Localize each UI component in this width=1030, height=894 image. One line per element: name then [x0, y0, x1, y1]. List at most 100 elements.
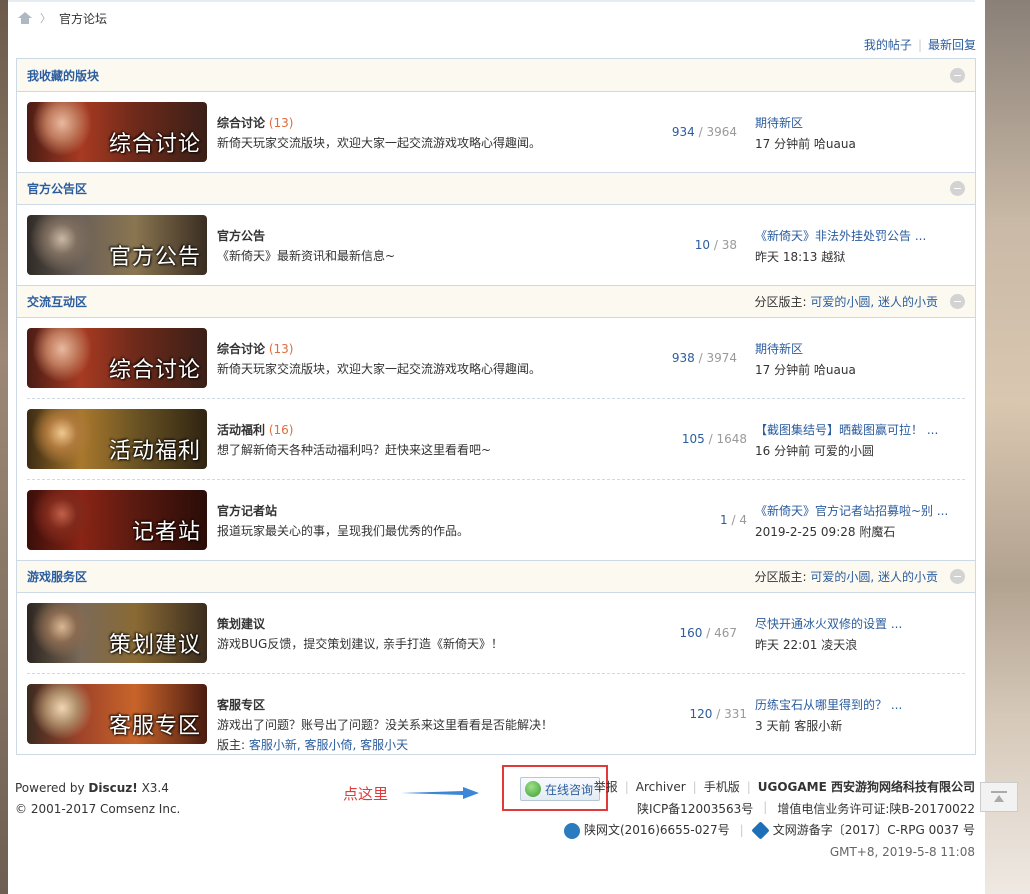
last-post-link[interactable]: 【截图集结号】晒截图赢可拉！ ... [755, 423, 938, 437]
category-title[interactable]: 游戏服务区 [27, 568, 87, 585]
thumbnail-label: 官方公告 [108, 245, 201, 270]
game-record: 文网游备字〔2017〕C-RPG 0037 号 [772, 823, 975, 838]
last-post-link[interactable]: 历练宝石从哪里得到的？ ... [755, 698, 902, 712]
last-post: 期待新区 17 分钟前 哈uaua [755, 114, 965, 152]
last-post-link[interactable]: 期待新区 [755, 116, 803, 130]
thread-count: 10 [694, 238, 711, 252]
collapse-icon[interactable] [950, 181, 965, 196]
forum-row: 策划建议 策划建议 游戏BUG反馈，提交策划建议, 亲手打造《新倚天》！ 160… [17, 592, 975, 673]
forum-name[interactable]: 综合讨论 [217, 342, 265, 356]
last-post-meta: 17 分钟前 哈uaua [755, 363, 856, 377]
category-header: 交流互动区 分区版主: 可爱的小圆, 迷人的小贡 [17, 285, 975, 317]
category-moderators: 分区版主: 可爱的小圆, 迷人的小贡 [754, 570, 938, 584]
forum-thumbnail[interactable]: 活动福利 [27, 409, 207, 469]
collapse-icon[interactable] [950, 569, 965, 584]
forum-thumbnail[interactable]: 综合讨论 [27, 328, 207, 388]
company-link[interactable]: UGOGAME 西安游狗网络科技有限公司 [758, 778, 975, 795]
post-count: 38 [721, 238, 737, 252]
forum-thumbnail[interactable]: 官方公告 [27, 215, 207, 275]
footer-credits: Powered by Discuz! X3.4 © 2001-2017 Coms… [15, 778, 180, 820]
quick-links: 我的帖子 | 最新回复 [864, 36, 976, 53]
collapse-icon[interactable] [950, 67, 965, 83]
last-post-meta: 昨天 22:01 凌天浪 [755, 638, 858, 652]
thumbnail-label: 活动福利 [108, 439, 201, 464]
category-title[interactable]: 官方公告区 [27, 180, 87, 197]
last-post-meta: 16 分钟前 可爱的小圆 [755, 444, 874, 458]
category-controls [950, 67, 965, 83]
thumbnail-label: 记者站 [131, 520, 201, 545]
forum-name[interactable]: 综合讨论 [217, 116, 265, 130]
post-count: 467 [714, 626, 737, 640]
moderator-links[interactable]: 可爱的小圆, 迷人的小贡 [810, 295, 938, 309]
footer-licenses: 陕网文(2016)6655-027号 | 文网游备字〔2017〕C-RPG 00… [563, 821, 975, 840]
moderator-links[interactable]: 客服小新, 客服小倚, 客服小天 [249, 738, 408, 752]
last-post: 【截图集结号】晒截图赢可拉！ ... 16 分钟前 可爱的小圆 [755, 421, 965, 459]
forum-counts: 938 / 3974 [671, 351, 737, 365]
home-icon[interactable] [18, 12, 32, 24]
thread-count: 1 [720, 513, 728, 527]
footer-links: 举报 | Archiver | 手机版 | UGOGAME 西安游狗网络科技有限… [593, 778, 975, 795]
scroll-to-top-button[interactable] [980, 782, 1018, 812]
forum-counts: 934 / 3964 [671, 125, 737, 139]
category-controls: 分区版主: 可爱的小圆, 迷人的小贡 [754, 293, 965, 310]
moderator-links[interactable]: 可爱的小圆, 迷人的小贡 [810, 570, 938, 584]
icp-link[interactable]: 陕ICP备12003563号 [637, 800, 753, 817]
culture-license: 陕网文(2016)6655-027号 [583, 823, 730, 837]
breadcrumb-separator-icon: 〉 [40, 12, 51, 25]
last-post-meta: 2019-2-25 09:28 附魔石 [755, 525, 896, 539]
category-title[interactable]: 我收藏的版块 [27, 67, 99, 84]
online-consult-button[interactable]: 在线咨询 [520, 777, 600, 801]
thumbnail-label: 客服专区 [108, 714, 201, 739]
thread-count: 934 [671, 125, 695, 139]
background-left [0, 0, 8, 894]
culture-badge-icon [563, 822, 580, 839]
forum-description: 报道玩家最关心的事，呈现我们最优秀的作品。 [217, 524, 470, 538]
last-post: 《新倚天》非法外挂处罚公告 ... 昨天 18:13 越狱 [755, 227, 965, 265]
category-controls [950, 181, 965, 196]
forum-name[interactable]: 策划建议 [217, 617, 265, 631]
discuz-link[interactable]: Discuz! [88, 781, 137, 795]
forum-thumbnail[interactable]: 客服专区 [27, 684, 207, 744]
thumbnail-label: 综合讨论 [108, 132, 201, 157]
chat-icon [525, 781, 541, 797]
forum-info: 官方记者站 报道玩家最关心的事，呈现我们最优秀的作品。 [217, 502, 617, 539]
forum-name[interactable]: 官方记者站 [217, 504, 277, 518]
collapse-icon[interactable] [950, 294, 965, 309]
mobile-link[interactable]: 手机版 [704, 778, 740, 795]
forum-thumbnail[interactable]: 综合讨论 [27, 102, 207, 162]
forum-thumbnail[interactable]: 记者站 [27, 490, 207, 550]
category-title[interactable]: 交流互动区 [27, 293, 87, 310]
post-count: 3974 [706, 351, 737, 365]
last-post-link[interactable]: 期待新区 [755, 342, 803, 356]
last-post: 期待新区 17 分钟前 哈uaua [755, 340, 965, 378]
telecom-license: 增值电信业务许可证:陕B-20170022 [777, 802, 975, 816]
last-post-link[interactable]: 《新倚天》非法外挂处罚公告 ... [755, 229, 926, 243]
forum-description: 想了解新倚天各种活动福利吗？赶快来这里看看吧~ [217, 443, 492, 457]
forum-info: 综合讨论 (13) 新倚天玩家交流版块，欢迎大家一起交流游戏攻略心得趣闻。 [217, 114, 617, 151]
online-consult-label: 在线咨询 [545, 782, 594, 797]
last-post-meta: 3 天前 客服小新 [755, 719, 843, 733]
forum-info: 活动福利 (16) 想了解新倚天各种活动福利吗？赶快来这里看看吧~ [217, 421, 617, 458]
thread-count: 120 [689, 707, 713, 721]
my-threads-link[interactable]: 我的帖子 [864, 36, 912, 53]
post-count: 4 [739, 513, 747, 527]
post-count: 1648 [716, 432, 747, 446]
last-post-link[interactable]: 《新倚天》官方记者站招募啦~别 ... [755, 504, 948, 518]
latest-replies-link[interactable]: 最新回复 [928, 36, 976, 53]
new-post-count: (16) [268, 423, 294, 437]
server-time: GMT+8, 2019-5-8 11:08 [829, 845, 975, 859]
forum-info: 策划建议 游戏BUG反馈，提交策划建议, 亲手打造《新倚天》！ [217, 615, 617, 652]
forum-name[interactable]: 客服专区 [217, 698, 265, 712]
report-link[interactable]: 举报 [594, 778, 618, 795]
last-post-link[interactable]: 尽快开通冰火双修的设置 ... [755, 617, 902, 631]
archiver-link[interactable]: Archiver [636, 780, 686, 794]
forum-description: 《新倚天》最新资讯和最新信息~ [217, 249, 396, 263]
divider: | [917, 37, 922, 52]
forum-name[interactable]: 官方公告 [217, 229, 265, 243]
forum-thumbnail[interactable]: 策划建议 [27, 603, 207, 663]
thumbnail-label: 策划建议 [108, 633, 201, 658]
last-post-meta: 17 分钟前 哈uaua [755, 137, 856, 151]
forum-name[interactable]: 活动福利 [217, 423, 265, 437]
forum-list: 我收藏的版块 综合讨论 综合讨论 (13) 新倚天玩家交流版块，欢迎大家一起交流… [16, 58, 976, 755]
breadcrumb-current[interactable]: 官方论坛 [59, 10, 107, 27]
